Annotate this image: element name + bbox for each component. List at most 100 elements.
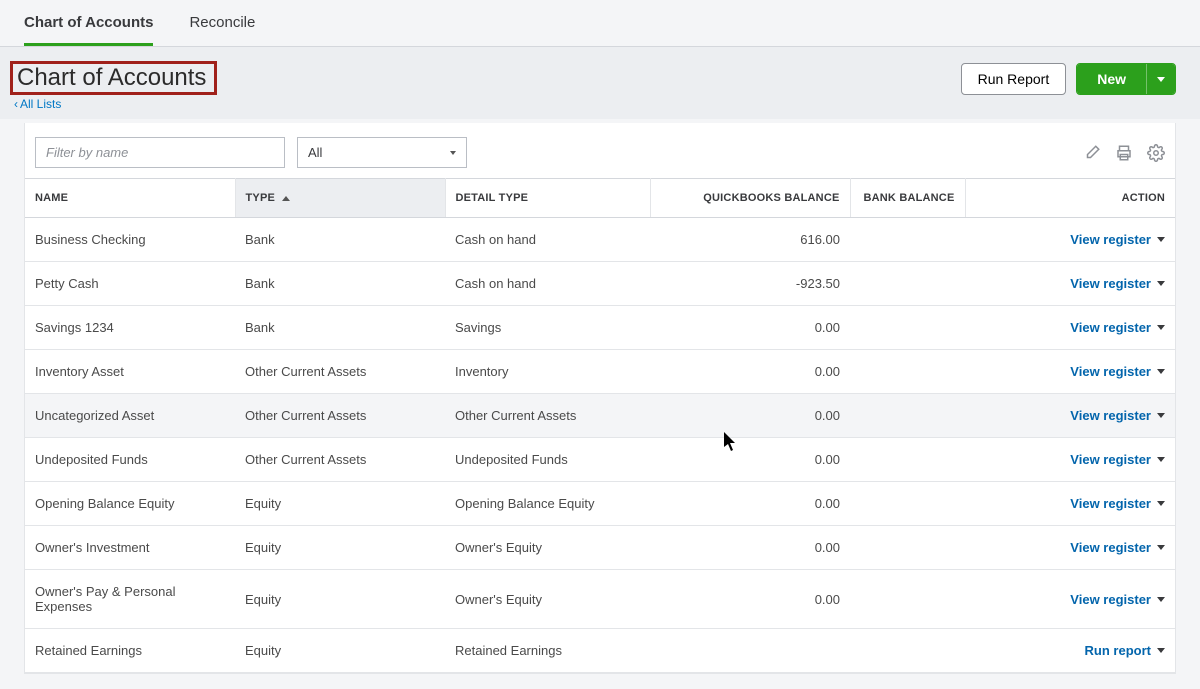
cell-action: Run report: [965, 629, 1175, 673]
cell-qb-balance: 0.00: [650, 350, 850, 394]
table-row: Petty CashBankCash on hand-923.50View re…: [25, 262, 1175, 306]
cell-name: Savings 1234: [25, 306, 235, 350]
col-type-label: TYPE: [246, 192, 276, 204]
cell-action: View register: [965, 526, 1175, 570]
type-filter-dropdown[interactable]: All: [297, 137, 467, 168]
cell-bank-balance: [850, 306, 965, 350]
cell-detail-type: Savings: [445, 306, 650, 350]
row-action-link[interactable]: View register: [1070, 276, 1165, 291]
cell-detail-type: Cash on hand: [445, 262, 650, 306]
cell-qb-balance: 0.00: [650, 570, 850, 629]
row-action-link[interactable]: View register: [1070, 320, 1165, 335]
row-action-label: View register: [1070, 496, 1151, 511]
caret-down-icon[interactable]: [1157, 597, 1165, 602]
edit-icon[interactable]: [1083, 144, 1101, 162]
cell-bank-balance: [850, 262, 965, 306]
cell-bank-balance: [850, 394, 965, 438]
run-report-button[interactable]: Run Report: [961, 63, 1067, 95]
cell-bank-balance: [850, 629, 965, 673]
filter-by-name-input[interactable]: [35, 137, 285, 168]
cell-name: Owner's Investment: [25, 526, 235, 570]
row-action-link[interactable]: View register: [1070, 364, 1165, 379]
col-qb-balance[interactable]: QUICKBOOKS BALANCE: [650, 179, 850, 218]
table-row: Uncategorized AssetOther Current AssetsO…: [25, 394, 1175, 438]
cell-type: Equity: [235, 570, 445, 629]
col-action: ACTION: [965, 179, 1175, 218]
row-action-label: View register: [1070, 320, 1151, 335]
row-action-link[interactable]: View register: [1070, 592, 1165, 607]
caret-down-icon[interactable]: [1157, 237, 1165, 242]
table-row: Savings 1234BankSavings0.00View register: [25, 306, 1175, 350]
cell-qb-balance: 0.00: [650, 394, 850, 438]
cell-detail-type: Opening Balance Equity: [445, 482, 650, 526]
toolbar: All: [25, 123, 1175, 178]
row-action-link[interactable]: View register: [1070, 452, 1165, 467]
cell-type: Other Current Assets: [235, 438, 445, 482]
row-action-label: View register: [1070, 540, 1151, 555]
cell-detail-type: Cash on hand: [445, 218, 650, 262]
caret-down-icon[interactable]: [1157, 369, 1165, 374]
cell-detail-type: Owner's Equity: [445, 526, 650, 570]
row-action-link[interactable]: View register: [1070, 408, 1165, 423]
row-action-link[interactable]: View register: [1070, 540, 1165, 555]
cell-action: View register: [965, 438, 1175, 482]
cell-type: Other Current Assets: [235, 394, 445, 438]
accounts-table: NAME TYPE DETAIL TYPE QUICKBOOKS BALANCE…: [25, 178, 1175, 673]
col-bank-balance[interactable]: BANK BALANCE: [850, 179, 965, 218]
caret-down-icon[interactable]: [1157, 545, 1165, 550]
cell-type: Bank: [235, 306, 445, 350]
row-action-link[interactable]: Run report: [1085, 643, 1165, 658]
new-button[interactable]: New: [1077, 64, 1146, 94]
cell-bank-balance: [850, 482, 965, 526]
row-action-link[interactable]: View register: [1070, 496, 1165, 511]
cell-type: Bank: [235, 262, 445, 306]
accounts-panel: All NAME TYPE: [24, 123, 1176, 674]
cell-qb-balance: [650, 629, 850, 673]
tab-bar: Chart of Accounts Reconcile: [0, 0, 1200, 47]
cell-bank-balance: [850, 438, 965, 482]
print-icon[interactable]: [1115, 144, 1133, 162]
cell-detail-type: Inventory: [445, 350, 650, 394]
cell-action: View register: [965, 262, 1175, 306]
row-action-label: View register: [1070, 452, 1151, 467]
gear-icon[interactable]: [1147, 144, 1165, 162]
col-detail-type[interactable]: DETAIL TYPE: [445, 179, 650, 218]
row-action-label: View register: [1070, 592, 1151, 607]
caret-down-icon[interactable]: [1157, 501, 1165, 506]
caret-down-icon[interactable]: [1157, 457, 1165, 462]
new-button-dropdown[interactable]: [1146, 64, 1175, 94]
tab-chart-of-accounts[interactable]: Chart of Accounts: [24, 0, 153, 46]
cell-type: Equity: [235, 482, 445, 526]
cell-qb-balance: 0.00: [650, 526, 850, 570]
back-all-lists-link[interactable]: ‹ All Lists: [10, 97, 217, 111]
row-action-label: View register: [1070, 232, 1151, 247]
cell-action: View register: [965, 570, 1175, 629]
table-row: Owner's InvestmentEquityOwner's Equity0.…: [25, 526, 1175, 570]
cell-name: Owner's Pay & Personal Expenses: [25, 570, 235, 629]
cell-action: View register: [965, 350, 1175, 394]
cell-qb-balance: 616.00: [650, 218, 850, 262]
table-row: Business CheckingBankCash on hand616.00V…: [25, 218, 1175, 262]
cell-qb-balance: 0.00: [650, 482, 850, 526]
row-action-link[interactable]: View register: [1070, 232, 1165, 247]
row-action-label: View register: [1070, 276, 1151, 291]
col-name[interactable]: NAME: [25, 179, 235, 218]
caret-down-icon[interactable]: [1157, 281, 1165, 286]
col-type[interactable]: TYPE: [235, 179, 445, 218]
caret-down-icon: [450, 151, 456, 155]
cell-detail-type: Undeposited Funds: [445, 438, 650, 482]
caret-down-icon[interactable]: [1157, 413, 1165, 418]
caret-down-icon[interactable]: [1157, 325, 1165, 330]
cell-type: Bank: [235, 218, 445, 262]
table-row: Opening Balance EquityEquityOpening Bala…: [25, 482, 1175, 526]
row-action-label: View register: [1070, 408, 1151, 423]
cell-bank-balance: [850, 350, 965, 394]
tab-reconcile[interactable]: Reconcile: [189, 0, 255, 46]
cell-type: Equity: [235, 629, 445, 673]
back-link-label: All Lists: [20, 97, 61, 111]
table-row: Owner's Pay & Personal ExpensesEquityOwn…: [25, 570, 1175, 629]
caret-down-icon[interactable]: [1157, 648, 1165, 653]
table-row: Retained EarningsEquityRetained Earnings…: [25, 629, 1175, 673]
table-row: Inventory AssetOther Current AssetsInven…: [25, 350, 1175, 394]
caret-down-icon: [1157, 77, 1165, 82]
